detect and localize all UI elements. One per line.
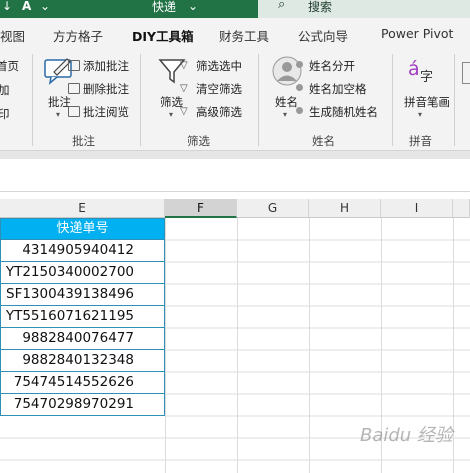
table-cell[interactable]: 4314905940412: [0, 240, 165, 262]
qa-more-icon[interactable]: ⌄: [40, 0, 50, 13]
tab-finance-tools[interactable]: 财务工具: [219, 26, 269, 45]
search-placeholder: 搜索: [308, 0, 333, 14]
table-cell[interactable]: 9882840076477: [0, 328, 165, 350]
add-comment-button[interactable]: 添加批注: [83, 58, 129, 74]
header-cell-tracking-number[interactable]: 快递单号: [0, 218, 165, 240]
ribbon-gap: [0, 151, 470, 159]
comment-dropdown-icon: ▾: [56, 110, 61, 119]
separator: [392, 54, 393, 146]
random-name-icon: [296, 107, 303, 114]
view-comment-icon: [68, 106, 80, 117]
column-header-g[interactable]: G: [237, 199, 309, 218]
tab-fangfang[interactable]: 方方格子: [53, 26, 103, 45]
filter-selected-icon: ▽: [180, 60, 188, 71]
separator: [140, 54, 141, 146]
clear-filter-icon: ▽: [180, 83, 188, 94]
title-bar: ↓ A ⌄ 快递 ⌄ ⌕ 搜索: [0, 0, 470, 18]
table-cell[interactable]: 9882840132348: [0, 350, 165, 372]
column-header-next[interactable]: [453, 199, 470, 218]
watermark: Baidu 经验: [360, 425, 453, 446]
ribbon: 首页 加 印 批注 ▾ 添加批注 删除批注 批注阅览 批注 筛选 ▾ ▽ 筛选选…: [0, 48, 470, 151]
separator: [454, 54, 455, 146]
pinyin-big-button[interactable]: á 字 拼音笔画 ▾: [398, 54, 450, 126]
tab-diy-toolbox[interactable]: DIY工具箱: [132, 26, 194, 52]
tab-power-pivot[interactable]: Power Pivot: [381, 26, 453, 41]
window-title: 快递: [152, 0, 177, 14]
qa-down-icon[interactable]: ↓: [2, 0, 12, 13]
cut-item-1[interactable]: 首页: [0, 58, 19, 74]
table-cell[interactable]: 75470298970291: [0, 394, 165, 416]
title-dropdown-icon[interactable]: ⌄: [188, 0, 198, 13]
search-icon: ⌕: [278, 0, 286, 12]
name-add-space-button[interactable]: 姓名加空格: [309, 81, 367, 97]
tab-view[interactable]: 视图: [0, 26, 25, 45]
separator: [32, 54, 33, 146]
ribbon-tabs: 视图 方方格子 DIY工具箱 财务工具 公式向导 Power Pivot: [0, 18, 470, 52]
advanced-filter-button[interactable]: 高级筛选: [196, 104, 242, 120]
name-space-icon: [296, 84, 303, 91]
cut-ribbon-icon[interactable]: [462, 62, 470, 84]
filter-selected-button[interactable]: 筛选选中: [196, 58, 242, 74]
column-header-i[interactable]: I: [381, 199, 453, 218]
table-cell[interactable]: YT5516071621195: [0, 306, 165, 328]
pinyin-icon: á: [408, 58, 420, 80]
tab-formula-wizard[interactable]: 公式向导: [298, 26, 348, 45]
advanced-filter-icon: ▽: [180, 106, 188, 117]
column-header-e[interactable]: E: [0, 199, 165, 218]
formula-bar[interactable]: [0, 159, 470, 192]
clear-filter-button[interactable]: 清空筛选: [196, 81, 242, 97]
split-name-icon: [296, 61, 303, 68]
group-label-filter: 筛选: [187, 134, 210, 148]
random-name-button[interactable]: 生成随机姓名: [309, 104, 378, 120]
delete-comment-icon: [68, 83, 80, 94]
pinyin-dropdown-icon: ▾: [418, 110, 423, 119]
delete-comment-button[interactable]: 删除批注: [83, 81, 129, 97]
pinyin-label: 拼音笔画: [404, 95, 450, 109]
cut-item-3[interactable]: 印: [0, 106, 10, 122]
add-comment-icon: [68, 60, 80, 71]
pinyin-zi-icon: 字: [420, 70, 434, 85]
worksheet-grid[interactable]: E F G H I 快递单号 4314905940412 YT215034000…: [0, 199, 470, 473]
table-cell[interactable]: 75474514552626: [0, 372, 165, 394]
group-label-name: 姓名: [312, 134, 335, 148]
name-label: 姓名: [275, 95, 298, 109]
split-name-button[interactable]: 姓名分开: [309, 58, 355, 74]
name-dropdown-icon: ▾: [283, 110, 288, 119]
group-label-pinyin: 拼音: [409, 134, 432, 148]
cut-item-2[interactable]: 加: [0, 82, 10, 98]
separator: [258, 54, 259, 146]
search-box[interactable]: ⌕ 搜索: [258, 0, 470, 18]
view-comments-button[interactable]: 批注阅览: [83, 104, 129, 120]
column-header-h[interactable]: H: [309, 199, 381, 218]
group-label-comment: 批注: [72, 134, 95, 148]
font-color-icon[interactable]: A: [22, 0, 31, 13]
column-header-f[interactable]: F: [165, 199, 237, 218]
filter-dropdown-icon: ▾: [169, 110, 174, 119]
table-cell[interactable]: SF1300439138496: [0, 284, 165, 306]
table-cell[interactable]: YT2150340002700: [0, 262, 165, 284]
